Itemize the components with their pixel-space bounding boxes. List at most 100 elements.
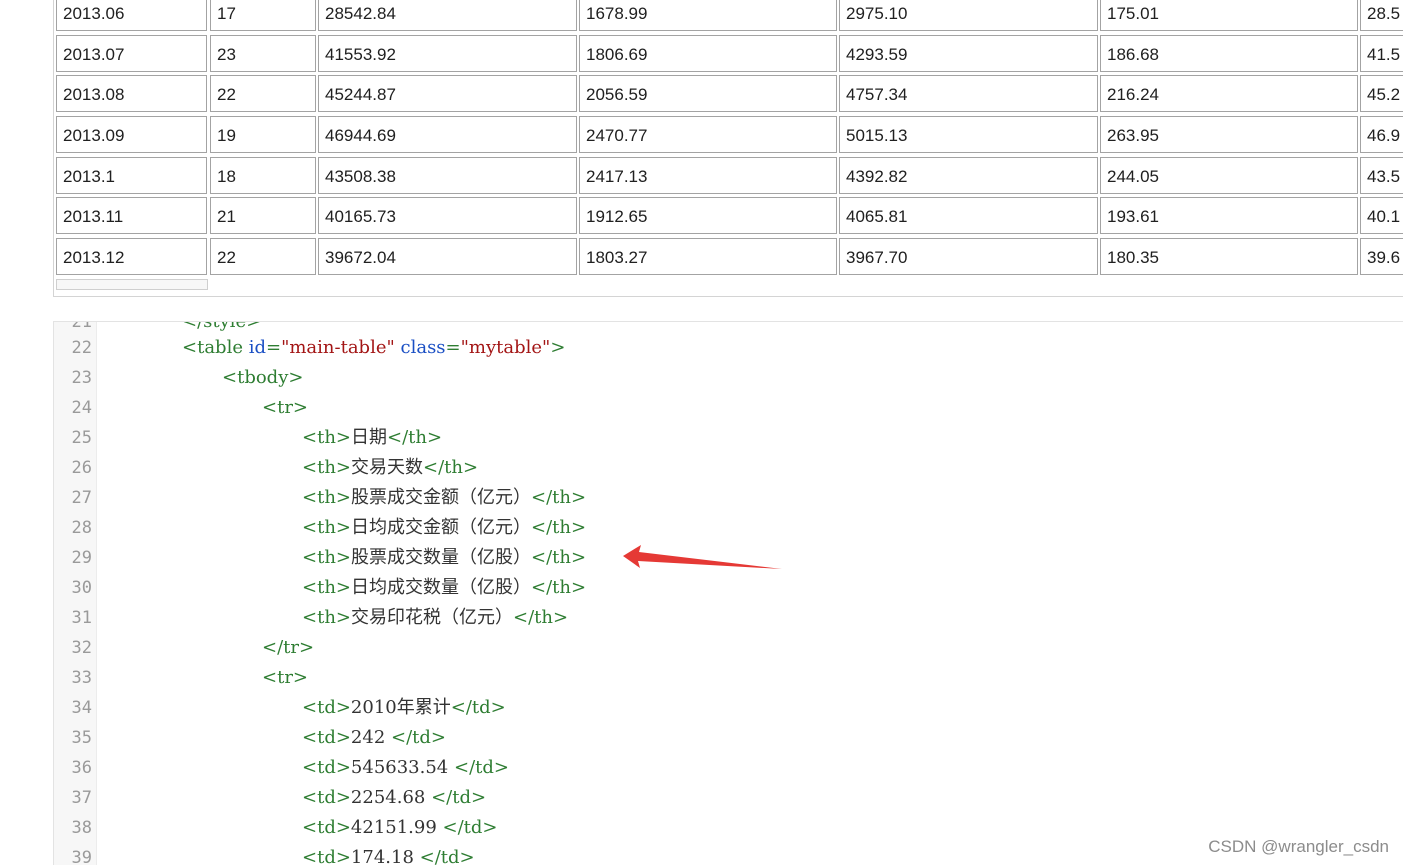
table-cell-daily-turnover: 1803.27 xyxy=(579,238,837,276)
code-token-tag: </th> xyxy=(513,607,569,628)
code-token-tag: <th> xyxy=(302,517,351,538)
line-number: 29 xyxy=(71,548,92,568)
table-cell-date: 2013.08 xyxy=(56,75,207,113)
code-line: 23 <tbody> xyxy=(54,363,1403,393)
table-cell-trading-days: 17 xyxy=(210,0,316,31)
table-cell-volume: 3967.70 xyxy=(839,238,1098,276)
table-cell-trading-days: 21 xyxy=(210,197,316,235)
code-token-tag: </th> xyxy=(423,457,479,478)
code-text: <th>交易天数</th> xyxy=(302,453,478,483)
code-line: 31 <th>交易印花税（亿元）</th> xyxy=(54,603,1403,633)
code-token-plain: 股票成交数量（亿股） xyxy=(351,547,531,568)
line-number: 38 xyxy=(71,818,92,838)
line-number: 28 xyxy=(71,518,92,538)
table-cell-date: 2013.12 xyxy=(56,238,207,276)
code-token-tag: </td> xyxy=(419,847,475,865)
code-token-punct: = xyxy=(265,337,282,358)
code-token-tag: <tbody> xyxy=(222,367,304,388)
line-number: 31 xyxy=(71,608,92,628)
code-line: 32 </tr> xyxy=(54,633,1403,663)
table-cell-daily-volume: 175.01 xyxy=(1100,0,1358,31)
code-editor[interactable]: 21 </style> 22 <table id="main-table" cla… xyxy=(53,321,1403,865)
code-line: 38 <td>42151.99 </td> xyxy=(54,813,1403,843)
code-token-tag: <table xyxy=(182,337,249,358)
code-token-tag: > xyxy=(550,337,566,358)
table-cell-daily-volume: 216.24 xyxy=(1100,75,1358,113)
table-cell-volume: 4293.59 xyxy=(839,34,1098,72)
table-cell-volume: 4757.34 xyxy=(839,75,1098,113)
code-token-tag: </th> xyxy=(531,487,587,508)
code-line: 27 <th>股票成交金额（亿元）</th> xyxy=(54,483,1403,513)
code-token-tag: <td> xyxy=(302,787,351,808)
code-text: <tr> xyxy=(262,393,308,423)
code-token-tag: </td> xyxy=(450,697,506,718)
code-token-attr: id xyxy=(248,337,266,358)
code-token-plain: 交易印花税（亿元） xyxy=(351,607,513,628)
code-text: </tr> xyxy=(262,633,314,663)
code-token-plain: 2010年累计 xyxy=(350,697,451,718)
code-token-plain: 42151.99 xyxy=(350,817,443,838)
table-cell-daily-turnover: 1806.69 xyxy=(579,34,837,72)
table-cell-trading-days: 19 xyxy=(210,116,316,154)
line-number: 24 xyxy=(71,398,92,418)
code-text: <th>股票成交金额（亿元）</th> xyxy=(302,483,586,513)
table-cell-date: 2013.06 xyxy=(56,0,207,31)
table-cell-daily-turnover: 2470.77 xyxy=(579,116,837,154)
code-token-plain: 242 xyxy=(350,727,391,748)
code-text: <table id="main-table" class="mytable"> xyxy=(182,333,565,363)
table-cell-turnover: 28542.84 xyxy=(318,0,577,31)
line-number: 35 xyxy=(71,728,92,748)
table-cell-stamp-tax: 39.6 xyxy=(1360,238,1403,276)
code-token-tag: <td> xyxy=(302,757,351,778)
table-cell-turnover: 41553.92 xyxy=(318,34,577,72)
table-cell-turnover: 46944.69 xyxy=(318,116,577,154)
screenshot-viewport: 2013.06 17 28542.84 1678.99 2975.10 175.01 28.… xyxy=(0,0,1403,865)
line-number: 34 xyxy=(71,698,92,718)
table-cell-stamp-tax: 40.1 xyxy=(1360,197,1403,235)
table-cell-trading-days: 18 xyxy=(210,156,316,194)
code-token-punct: = xyxy=(445,337,461,358)
code-text: <td>174.18 </td> xyxy=(302,843,475,865)
table-cell-volume: 2975.10 xyxy=(839,0,1098,31)
code-line: 25 <th>日期</th> xyxy=(54,423,1403,453)
table-cell-stamp-tax: 41.5 xyxy=(1360,34,1403,72)
code-text: <tr> xyxy=(262,663,308,693)
code-token-tag: <td> xyxy=(302,697,351,718)
code-token-tag: </td> xyxy=(453,757,509,778)
code-token-tag: </tr> xyxy=(262,637,315,658)
code-token-tag: <tr> xyxy=(262,667,309,688)
table-cell-daily-turnover: 2056.59 xyxy=(579,75,837,113)
table-cell-date: 2013.11 xyxy=(56,197,207,235)
code-text: <td>2254.68 </td> xyxy=(302,783,486,813)
code-line: 35 <td>242 </td> xyxy=(54,723,1403,753)
code-line: 28 <th>日均成交金额（亿元）</th> xyxy=(54,513,1403,543)
line-number: 30 xyxy=(71,578,92,598)
code-text: <th>日均成交金额（亿元）</th> xyxy=(302,513,586,543)
code-text: <th>交易印花税（亿元）</th> xyxy=(302,603,568,633)
horizontal-scrollbar[interactable] xyxy=(56,279,208,290)
code-token-tag: </th> xyxy=(531,547,587,568)
line-number: 25 xyxy=(71,428,92,448)
table-cell-daily-volume: 180.35 xyxy=(1100,238,1358,276)
line-number: 33 xyxy=(71,668,92,688)
code-line: 37 <td>2254.68 </td> xyxy=(54,783,1403,813)
code-text: <td>42151.99 </td> xyxy=(302,813,498,843)
code-line: 22 <table id="main-table" class="mytable"… xyxy=(54,333,1403,363)
code-token-tag: <th> xyxy=(302,547,351,568)
code-token-tag: <tr> xyxy=(262,397,309,418)
code-line: 26 <th>交易天数</th> xyxy=(54,453,1403,483)
line-number: 27 xyxy=(71,488,92,508)
code-text: <td>242 </td> xyxy=(302,723,446,753)
table-cell-date: 2013.09 xyxy=(56,116,207,154)
code-token-attr: class xyxy=(400,337,446,358)
table-cell-trading-days: 22 xyxy=(210,238,316,276)
code-line: 36 <td>545633.54 </td> xyxy=(54,753,1403,783)
table-cell-stamp-tax: 46.9 xyxy=(1360,116,1403,154)
table-cell-trading-days: 23 xyxy=(210,34,316,72)
line-number: 32 xyxy=(71,638,92,658)
code-token-tag: <td> xyxy=(302,817,351,838)
table-cell-date: 2013.1 xyxy=(56,156,207,194)
table-cell-turnover: 43508.38 xyxy=(318,156,577,194)
red-arrow-annotation xyxy=(623,545,782,569)
code-line: 33 <tr> xyxy=(54,663,1403,693)
